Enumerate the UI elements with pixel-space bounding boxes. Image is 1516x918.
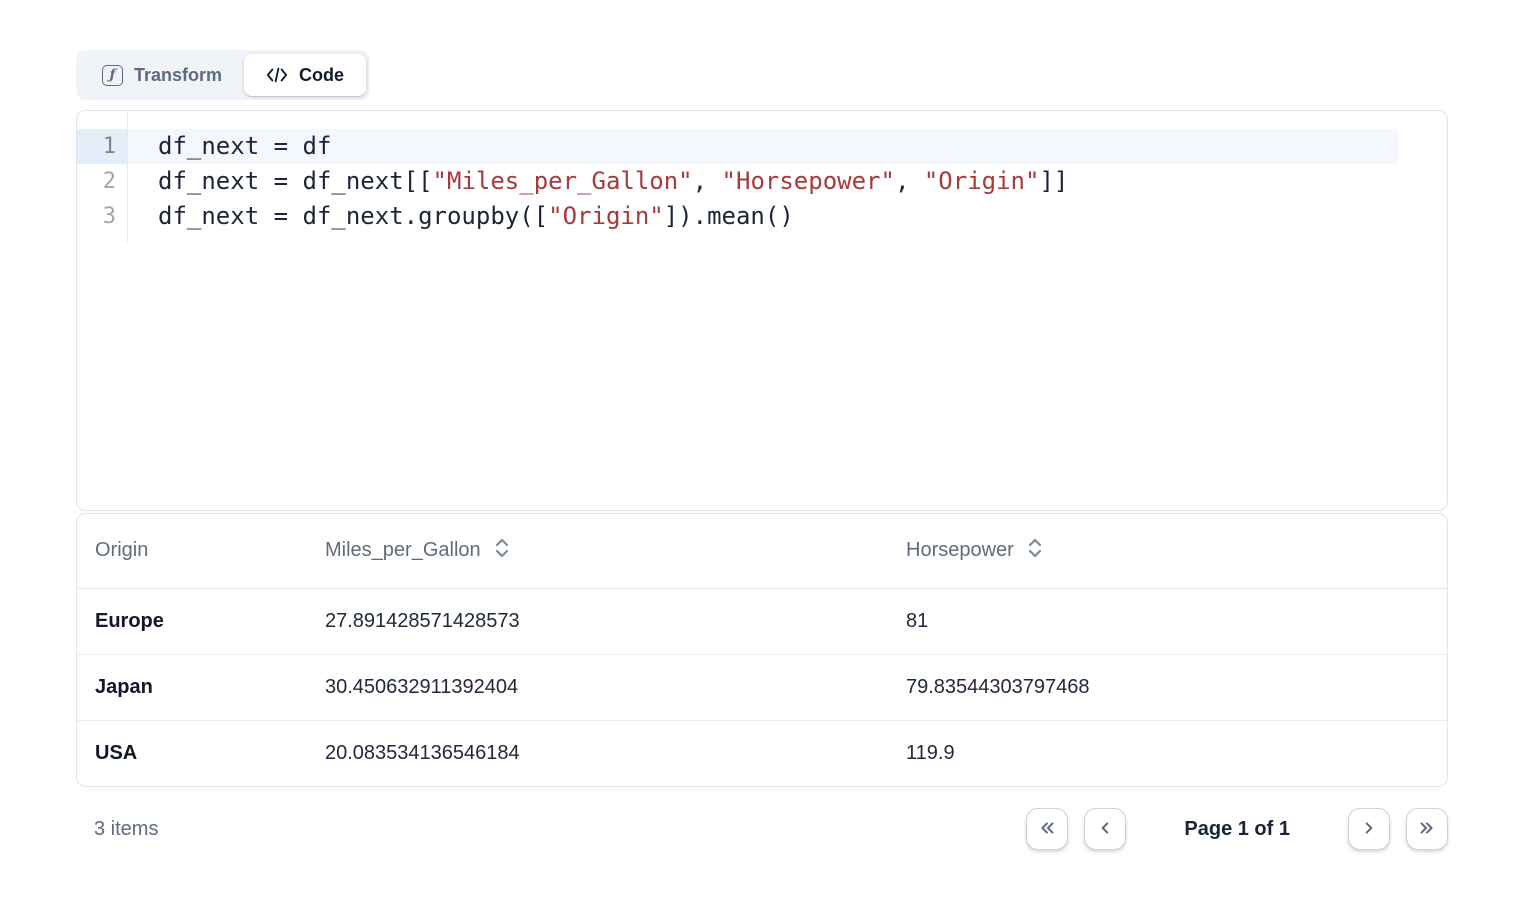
code-editor[interactable]: 123 df_next = dfdf_next = df_next[["Mile…: [76, 110, 1448, 511]
sort-icon[interactable]: [494, 537, 510, 565]
view-toggle: ƒ Transform Code: [76, 50, 370, 100]
page-indicator: Page 1 of 1: [1184, 818, 1290, 841]
column-label: Miles_per_Gallon: [325, 539, 481, 562]
tab-transform-label: Transform: [134, 65, 222, 86]
chevron-right-icon: [1358, 817, 1380, 842]
cell-horsepower: 119.9: [888, 720, 1447, 786]
result-table: Origin Miles_per_Gallon: [76, 513, 1448, 787]
prev-page-button[interactable]: [1084, 808, 1126, 850]
double-chevron-right-icon: [1416, 817, 1438, 842]
tab-transform[interactable]: ƒ Transform: [80, 54, 244, 96]
cell-origin: Europe: [77, 588, 307, 654]
editor-gutter: 123: [77, 111, 128, 242]
cell-miles-per-gallon: 27.891428571428573: [307, 588, 888, 654]
line-number: 2: [77, 164, 127, 199]
page: ƒ Transform Code 123 df_next = dfdf_next…: [76, 50, 1448, 853]
double-chevron-left-icon: [1036, 817, 1058, 842]
column-label: Horsepower: [906, 539, 1014, 562]
editor-lines[interactable]: df_next = dfdf_next = df_next[["Miles_pe…: [128, 111, 1447, 234]
line-number: 3: [77, 199, 127, 234]
column-header-horsepower[interactable]: Horsepower: [888, 514, 1447, 588]
table-footer: 3 items Page 1 of 1: [76, 805, 1448, 853]
tab-code-label: Code: [299, 65, 344, 86]
cell-horsepower: 81: [888, 588, 1447, 654]
first-page-button[interactable]: [1026, 808, 1068, 850]
code-line[interactable]: df_next = df_next[["Miles_per_Gallon", "…: [128, 164, 1398, 199]
table-row: Japan30.45063291139240479.83544303797468: [77, 654, 1447, 720]
sort-icon[interactable]: [1027, 537, 1043, 565]
cell-miles-per-gallon: 20.083534136546184: [307, 720, 888, 786]
chevron-left-icon: [1094, 817, 1116, 842]
cell-miles-per-gallon: 30.450632911392404: [307, 654, 888, 720]
cell-origin: USA: [77, 720, 307, 786]
column-header-origin: Origin: [77, 514, 307, 588]
tab-code[interactable]: Code: [244, 54, 366, 96]
column-header-miles-per-gallon[interactable]: Miles_per_Gallon: [307, 514, 888, 588]
cell-origin: Japan: [77, 654, 307, 720]
code-line[interactable]: df_next = df: [128, 129, 1398, 164]
line-number: 1: [77, 129, 127, 164]
table-row: Europe27.89142857142857381: [77, 588, 1447, 654]
pagination: Page 1 of 1: [1026, 808, 1448, 850]
table-header-row: Origin Miles_per_Gallon: [77, 514, 1447, 588]
cell-horsepower: 79.83544303797468: [888, 654, 1447, 720]
code-icon: [266, 65, 288, 85]
next-page-button[interactable]: [1348, 808, 1390, 850]
items-count: 3 items: [94, 818, 158, 841]
column-label: Origin: [95, 539, 148, 562]
last-page-button[interactable]: [1406, 808, 1448, 850]
table-body: Europe27.89142857142857381Japan30.450632…: [77, 588, 1447, 786]
function-icon: ƒ: [102, 65, 123, 86]
code-line[interactable]: df_next = df_next.groupby(["Origin"]).me…: [128, 199, 1398, 234]
table-row: USA20.083534136546184119.9: [77, 720, 1447, 786]
